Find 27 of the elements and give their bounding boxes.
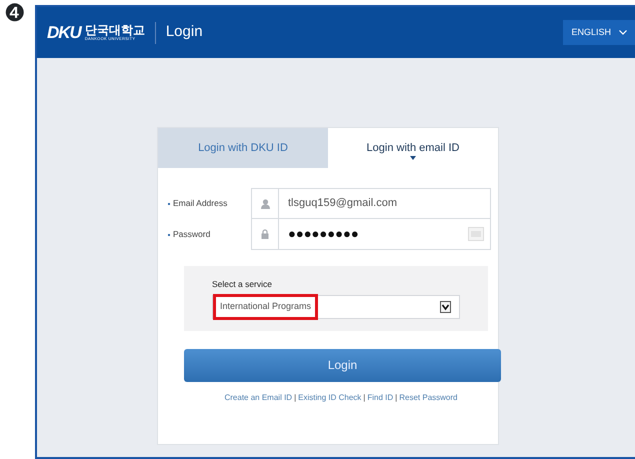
lock-icon: [261, 229, 269, 239]
text-field[interactable]: ●●●●●●●●●: [251, 219, 491, 250]
account-link[interactable]: Find ID: [367, 392, 394, 404]
login-tab[interactable]: Login with DKU ID: [158, 128, 328, 168]
input-field[interactable]: ●●●●●●●●●: [279, 223, 468, 245]
person-icon: [260, 198, 270, 208]
logo-mark: DKU: [47, 22, 81, 44]
field-label: Password: [158, 228, 251, 241]
separator: |: [395, 392, 398, 404]
service-value: International Programs: [213, 294, 318, 320]
text-field[interactable]: tlsguq159@gmail.com: [251, 188, 491, 219]
language-button[interactable]: ENGLISH: [563, 20, 635, 46]
separator: |: [363, 392, 366, 404]
keyboard-icon[interactable]: [468, 227, 484, 241]
account-link[interactable]: Reset Password: [399, 392, 458, 404]
logo-korean: 단국대학교: [84, 24, 145, 36]
step-number: ❹: [4, 0, 26, 27]
input-field[interactable]: tlsguq159@gmail.com: [279, 194, 490, 213]
chevron-down-icon: [619, 30, 627, 35]
page-title: Login: [166, 22, 203, 42]
account-link[interactable]: Existing ID Check: [298, 392, 362, 404]
service-label: Select a service: [212, 278, 273, 291]
service-select[interactable]: International Programs: [212, 294, 460, 319]
field-label: Email Address: [158, 197, 251, 210]
login-button[interactable]: Login: [184, 348, 501, 382]
separator: |: [294, 392, 296, 404]
account-link[interactable]: Create an Email ID: [224, 392, 292, 404]
